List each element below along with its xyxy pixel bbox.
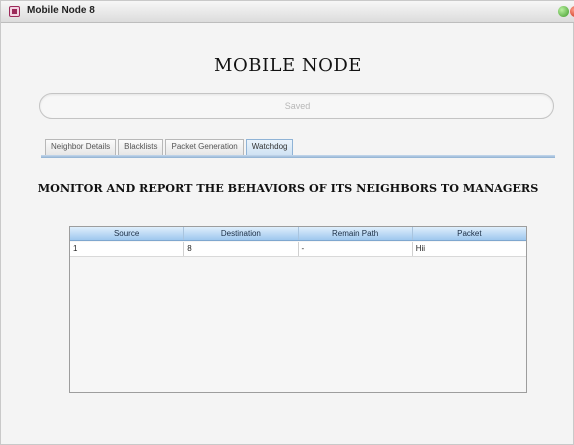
close-button[interactable] <box>570 6 574 17</box>
minimize-button[interactable] <box>558 6 569 17</box>
table-header: Source Destination Remain Path Packet <box>70 227 526 241</box>
watchdog-heading: MONITOR AND REPORT THE BEHAVIORS OF ITS … <box>37 181 539 195</box>
app-icon <box>9 6 20 17</box>
title-bar[interactable]: Mobile Node 8 <box>1 1 574 23</box>
window-title: Mobile Node 8 <box>27 5 95 16</box>
cell-remain-path: - <box>299 242 413 256</box>
status-field[interactable]: Saved <box>39 93 554 119</box>
tab-blacklists[interactable]: Blacklists <box>118 139 164 155</box>
table-body: 1 8 - Hii <box>70 242 526 257</box>
column-header-remain-path[interactable]: Remain Path <box>299 227 413 240</box>
tab-underline <box>41 155 555 158</box>
cell-source: 1 <box>70 242 185 256</box>
tab-bar: Neighbor Details Blacklists Packet Gener… <box>45 139 294 155</box>
watchdog-table[interactable]: Source Destination Remain Path Packet 1 … <box>69 226 527 393</box>
tab-neighbor-details[interactable]: Neighbor Details <box>45 139 117 155</box>
page-title: MOBILE NODE <box>214 55 362 76</box>
table-row[interactable]: 1 8 - Hii <box>70 242 526 257</box>
tab-packet-generation[interactable]: Packet Generation <box>165 139 244 155</box>
status-text: Saved <box>284 101 311 111</box>
tab-watchdog[interactable]: Watchdog <box>245 139 294 155</box>
column-header-packet[interactable]: Packet <box>413 227 526 240</box>
cell-destination: 8 <box>184 242 299 256</box>
column-header-source[interactable]: Source <box>70 227 185 240</box>
cell-packet: Hii <box>415 244 426 253</box>
mobile-node-window: Mobile Node 8 MOBILE NODE Saved Neighbor… <box>0 0 574 445</box>
column-header-destination[interactable]: Destination <box>184 227 299 240</box>
